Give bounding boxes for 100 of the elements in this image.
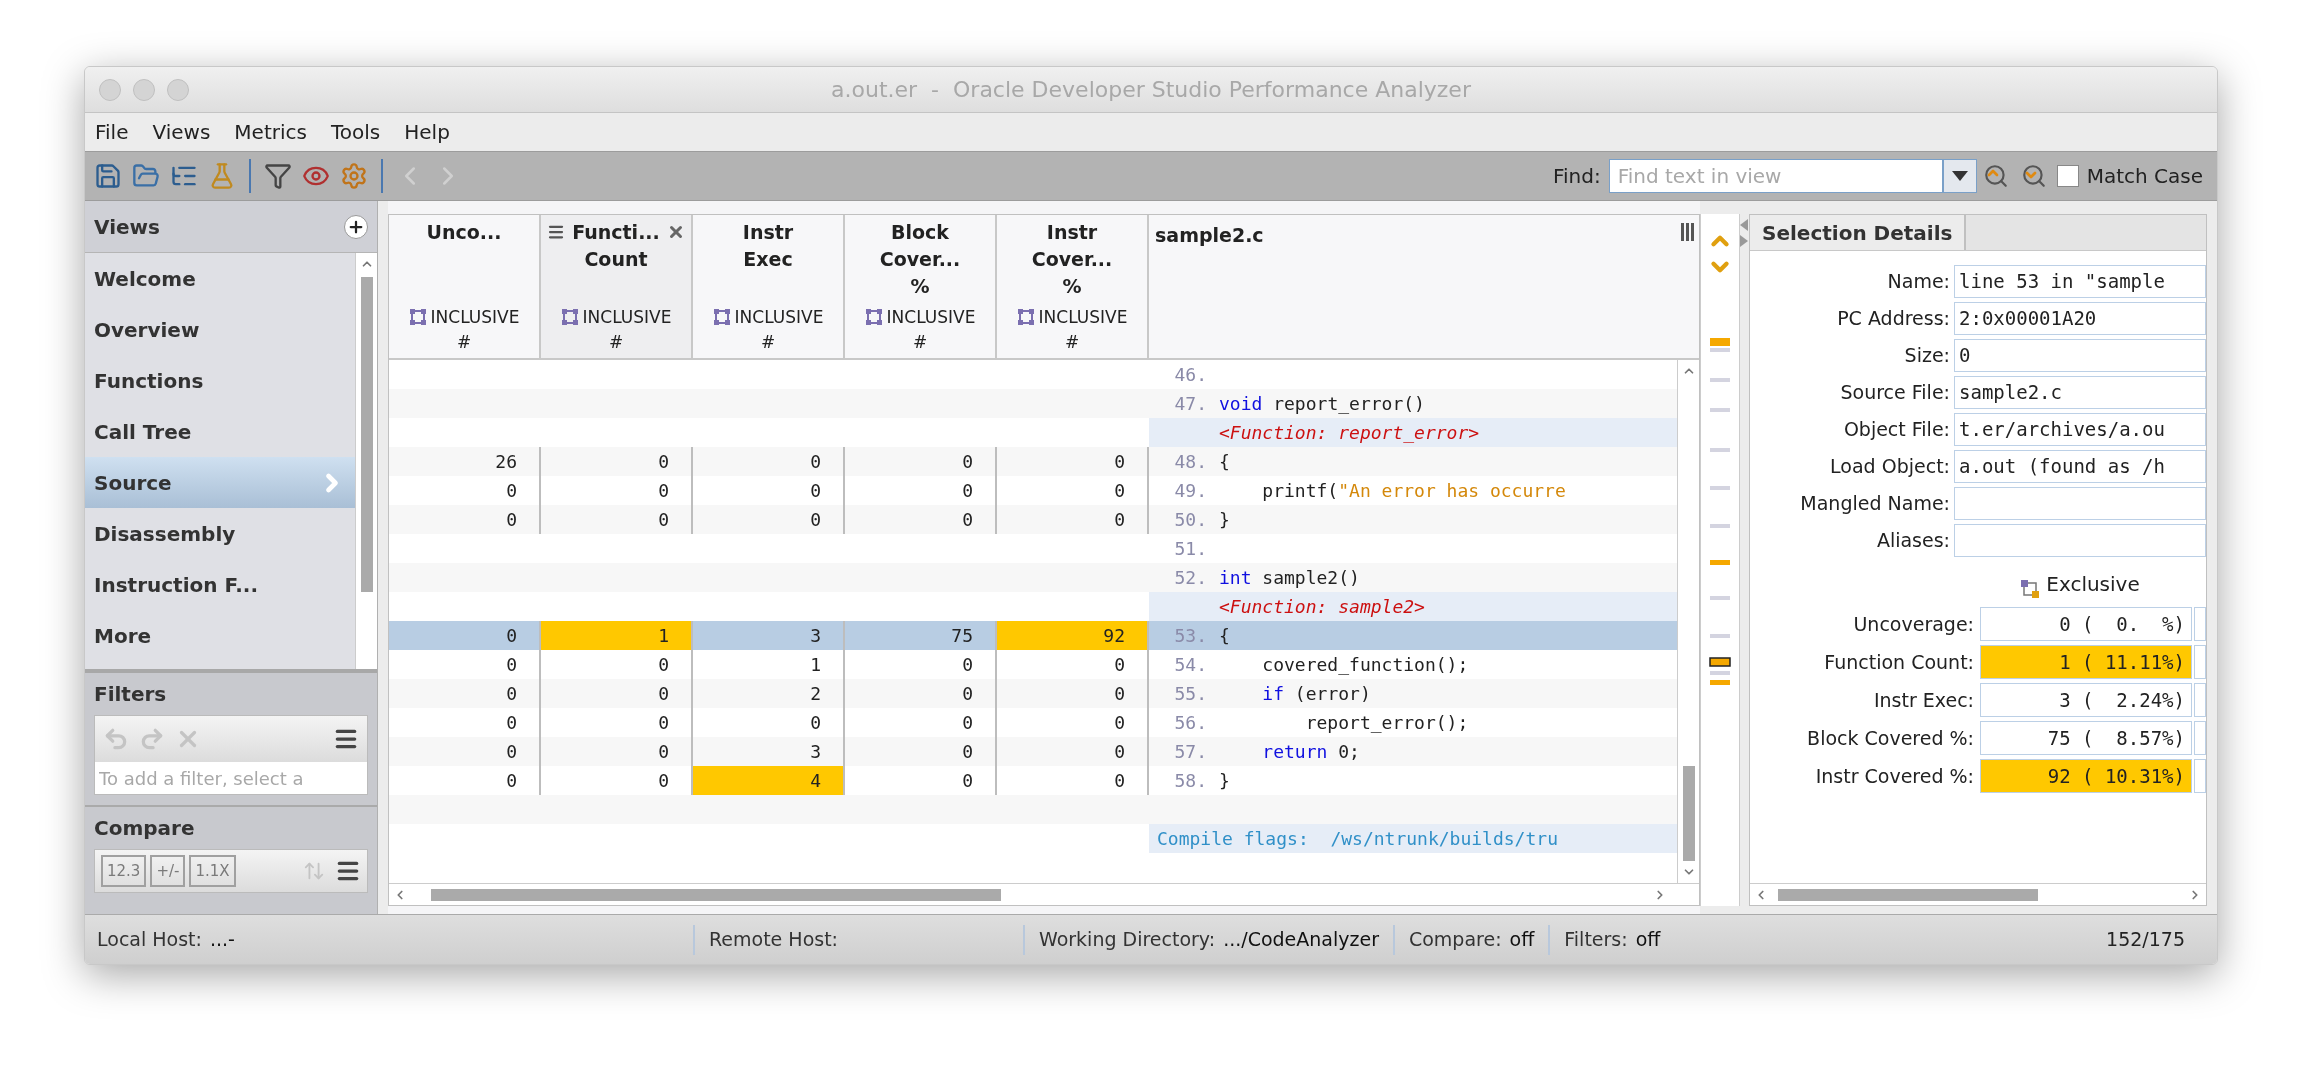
column-title: Cover... (1031, 247, 1113, 272)
column-header[interactable]: Block Cover... % INCLUSIVE # (845, 215, 997, 358)
column-title: Block (891, 220, 949, 245)
column-header[interactable]: Instr Cover... % INCLUSIVE # (997, 215, 1149, 358)
table-row[interactable]: 0 0 3 0 0 57. return 0; (389, 737, 1677, 766)
column-title: Instr (742, 220, 794, 245)
sidebar-item[interactable]: Disassembly (85, 508, 355, 559)
table-row[interactable]: 52. int sample2() (389, 563, 1677, 592)
table-cell-text: 0 (506, 711, 517, 735)
status-value: off (1509, 927, 1535, 953)
field-label: PC Address: (1836, 306, 1951, 332)
line-number: 57. (1173, 740, 1207, 764)
metric-label: Instr Covered %: (1814, 763, 1975, 789)
find-field[interactable]: Find text in view (1608, 159, 1943, 193)
add-view-button[interactable] (344, 214, 368, 239)
metric-label: Function Count: (1823, 649, 1975, 675)
selection-details-tab[interactable]: Selection Details (1750, 215, 1967, 250)
column-unit: # (456, 331, 472, 354)
table-cell-text: 0 (658, 682, 669, 706)
menu-item[interactable]: Tools (330, 117, 381, 147)
sidebar-item[interactable]: Source (85, 457, 355, 508)
table-cell-text: 2 (810, 682, 821, 706)
zoom-button[interactable] (167, 78, 189, 101)
sidebar-item[interactable]: Call Tree (85, 406, 355, 457)
table-cell-text: 26 (495, 450, 517, 474)
table-cell-text: 0 (506, 508, 517, 532)
table-cell-text: 0 (506, 682, 517, 706)
column-unit: # (760, 331, 776, 354)
filter-field[interactable]: To add a filter, select a (95, 762, 367, 794)
sidebar-item[interactable]: More (85, 610, 355, 661)
column-header[interactable]: Instr Exec INCLUSIVE # (693, 215, 845, 358)
sidebar-scrollbar[interactable] (355, 253, 377, 669)
status-label: Local Host: (97, 927, 202, 953)
line-number: 54. (1173, 653, 1207, 677)
code-line: report_error(); (1304, 711, 1469, 735)
field-label: Load Object: (1829, 454, 1951, 480)
table-row[interactable]: 0 0 0 0 0 50. } (389, 505, 1677, 534)
table-cell-text: 0 (1114, 450, 1125, 474)
metric-icon (1016, 308, 1035, 327)
menu-item[interactable]: Help (404, 117, 450, 147)
column-title: Count (584, 247, 648, 272)
menu-item[interactable]: Metrics (234, 117, 307, 147)
find-label: Find: (1552, 163, 1601, 190)
match-case-checkbox[interactable] (2056, 165, 2079, 187)
field-label: Source File: (1839, 380, 1951, 406)
redo-icon[interactable] (139, 726, 165, 752)
metric-value: 92 ( 10.31%) (1980, 759, 2192, 793)
line-number: 51. (1173, 537, 1207, 561)
scroll-thumb[interactable] (1682, 766, 1695, 861)
dropdown-button[interactable] (1942, 159, 1977, 193)
column-header[interactable]: sample2.c (1149, 215, 1677, 358)
compare-title: Compare (94, 815, 196, 842)
table-cell-text: 0 (962, 653, 973, 677)
table-cell-text: 0 (962, 508, 973, 532)
table-cell-text: 0 (810, 711, 821, 735)
column-menu-icon[interactable] (547, 223, 565, 241)
table-row[interactable]: 0 0 2 0 0 55. if (error) (389, 679, 1677, 708)
menu-item[interactable]: File (95, 117, 129, 147)
scroll-thumb[interactable] (1778, 888, 2038, 901)
table-cell-text: 0 (962, 479, 973, 503)
table-cell-text: 0 (1114, 479, 1125, 503)
sort-icon[interactable] (303, 860, 325, 882)
sidebar-item[interactable]: Welcome (85, 253, 355, 304)
sidebar-item[interactable]: Instruction F... (85, 559, 355, 610)
minimize-button[interactable] (133, 78, 155, 101)
table-cell-text: 0 (810, 508, 821, 532)
metric-icon (864, 308, 883, 327)
table-cell-text: 0 (962, 740, 973, 764)
metric-icon (712, 308, 731, 327)
line-number: 48. (1173, 450, 1207, 474)
close-button[interactable] (99, 78, 121, 101)
metric-label: Instr Exec: (1872, 687, 1975, 713)
table-row[interactable]: 47. void report_error() (389, 389, 1677, 418)
table-cell-text: 75 (951, 624, 973, 648)
undo-icon[interactable] (103, 726, 129, 752)
table-cell-text: 0 (658, 769, 669, 793)
table-cell-text: 0 (1114, 508, 1125, 532)
metric-group-icon (2020, 579, 2041, 599)
table-cell-text: 0 (962, 711, 973, 735)
table-cell-text: 1 (658, 624, 669, 648)
field-value: 0 (1954, 339, 2206, 372)
line-number: 46. (1173, 363, 1207, 387)
scroll-thumb[interactable] (431, 888, 1001, 901)
code-line: int sample2() (1219, 566, 1360, 590)
sidebar-item[interactable]: Functions (85, 355, 355, 406)
column-close-icon[interactable] (667, 223, 685, 241)
column-header[interactable]: Functi... Count INCLUSIVE # (541, 215, 693, 358)
table-cell-text: 0 (506, 653, 517, 677)
compare-mode-button[interactable]: +/- (150, 855, 186, 887)
table-row[interactable]: 0 1 3 75 92 53. { (389, 621, 1677, 650)
table-cell-text: 0 (810, 479, 821, 503)
table-row[interactable]: 26 0 0 0 0 48. { (389, 447, 1677, 476)
metric-icon (560, 308, 579, 327)
table-cell-text: 0 (1114, 740, 1125, 764)
status-label: Remote Host: (709, 927, 838, 953)
metric-label: Block Covered %: (1806, 725, 1975, 751)
compare-mode-button[interactable]: 1.1X (189, 855, 236, 887)
menu-item[interactable]: Views (152, 117, 211, 147)
sidebar-item[interactable]: Overview (85, 304, 355, 355)
scroll-thumb[interactable] (360, 277, 373, 592)
